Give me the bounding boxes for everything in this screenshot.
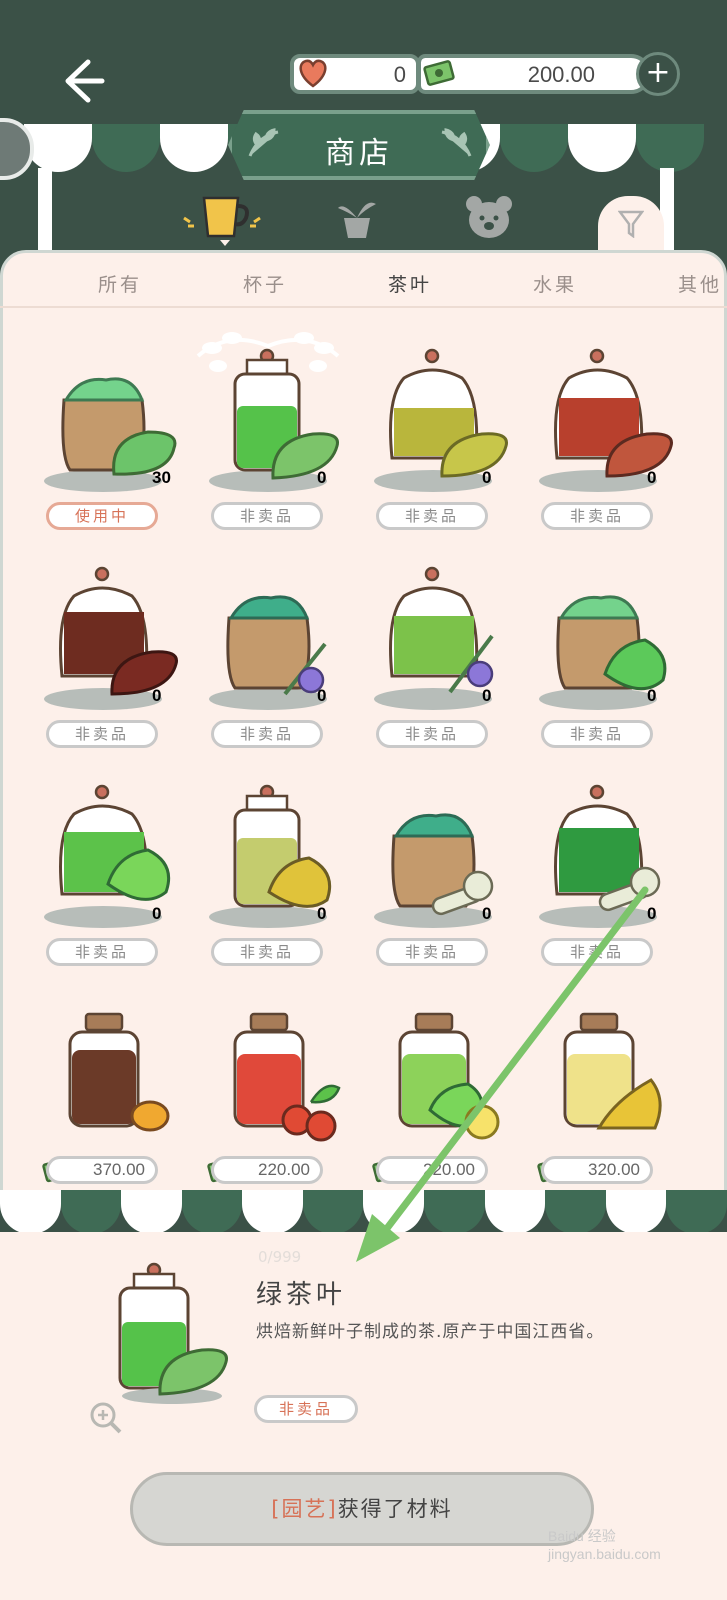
green-tea-jar-icon	[233, 348, 339, 480]
heart-icon	[299, 59, 327, 88]
detail-description: 烘焙新鲜叶子制成的茶.原产于中国江西省。	[256, 1322, 605, 1342]
leaf-ornament-icon	[441, 128, 472, 157]
action-tag: [园艺]	[271, 1497, 338, 1521]
bottom-awning	[0, 1190, 727, 1234]
mint-jar-icon	[59, 784, 171, 901]
leaf-ornament-icon	[248, 128, 279, 157]
item-status: 非卖品	[46, 720, 158, 748]
tea-item-rosemary-bag[interactable]: 0 非卖品	[205, 570, 355, 770]
tea-item-red-jar[interactable]: 0 非卖品	[535, 348, 685, 552]
item-status: 非卖品	[376, 502, 488, 530]
item-count: 0	[482, 686, 492, 705]
acquire-source-button[interactable]: [园艺]获得了材料	[130, 1472, 594, 1546]
awning-pole	[38, 168, 52, 252]
cash-icon	[423, 60, 455, 86]
item-count: 0	[647, 468, 657, 487]
category-tabs: 所有 杯子 茶叶 水果 其他	[0, 252, 727, 310]
tea-item-yellow-mint-jar[interactable]: 0 非卖品	[205, 784, 355, 988]
yellow-mint-jar-icon	[233, 784, 332, 908]
item-status: 非卖品	[541, 720, 653, 748]
tea-item-dark-jar[interactable]: 0 非卖品	[40, 566, 190, 770]
tea-item-forsale-brown[interactable]: 370.00	[40, 1006, 190, 1206]
tab-other[interactable]: 其他	[678, 270, 722, 297]
action-text: 获得了材料	[337, 1497, 453, 1521]
red-tea-jar-icon	[554, 348, 673, 478]
item-count: 0	[317, 468, 327, 487]
item-price: 370.00	[46, 1156, 158, 1184]
item-count: 0	[317, 686, 327, 705]
detail-status: 非卖品	[254, 1395, 358, 1423]
item-status: 使用中	[46, 502, 158, 530]
item-count: 0	[152, 686, 162, 705]
tea-item-forsale-red[interactable]: 220.00	[205, 1006, 355, 1206]
item-status: 非卖品	[376, 938, 488, 966]
item-count: 0	[482, 904, 492, 923]
tea-item-leaf-bag[interactable]: 30 使用中	[40, 352, 190, 552]
yellow-flower-jar-icon	[563, 1012, 662, 1130]
tea-item-green-jar[interactable]: 0 非卖品	[205, 348, 355, 552]
zoom-in-icon[interactable]	[88, 1400, 124, 1436]
tea-item-mint-bag[interactable]: 0 非卖品	[535, 570, 685, 770]
tea-item-forsale-yellow[interactable]: 320.00	[535, 1006, 685, 1206]
tea-item-yellow-jar[interactable]: 0 非卖品	[370, 348, 520, 552]
rosemary-jar-icon	[389, 566, 494, 694]
plant-category-icon[interactable]	[334, 196, 380, 240]
detail-name: 绿茶叶	[256, 1280, 347, 1310]
item-count: 0	[482, 468, 492, 487]
filter-icon	[618, 210, 644, 238]
lemon-mint-jar-icon	[398, 1012, 500, 1140]
item-status: 非卖品	[541, 502, 653, 530]
item-price: 220.00	[376, 1156, 488, 1184]
cup-category-icon[interactable]	[180, 192, 270, 248]
item-count: 0	[647, 686, 657, 705]
item-count: 0	[647, 904, 657, 923]
tab-tea-leaves[interactable]: 茶叶	[388, 270, 432, 297]
currency-bar: 0 200.00 +	[290, 52, 680, 96]
item-status: 非卖品	[211, 502, 323, 530]
lemongrass-jar-icon	[554, 784, 661, 912]
tea-item-lemongrass-bag[interactable]: 0 非卖品	[370, 788, 520, 988]
tea-item-forsale-lemon[interactable]: 220.00	[370, 1006, 520, 1206]
brown-tea-jar-icon	[68, 1012, 170, 1132]
yellow-tea-jar-icon	[389, 348, 508, 478]
item-status: 非卖品	[376, 720, 488, 748]
money-value: 200.00	[527, 62, 595, 87]
red-fruit-jar-icon	[233, 1012, 341, 1142]
dark-tea-jar-icon	[59, 566, 178, 696]
item-count: 0	[152, 904, 162, 923]
item-status: 非卖品	[211, 938, 323, 966]
bear-category-icon[interactable]	[464, 194, 514, 240]
tab-fruit[interactable]: 水果	[533, 270, 577, 297]
tea-item-rosemary-jar[interactable]: 0 非卖品	[370, 566, 520, 770]
detail-count: 0/999	[258, 1248, 302, 1266]
item-status: 非卖品	[211, 720, 323, 748]
selected-item-icon	[118, 1262, 228, 1404]
hearts-value: 0	[393, 62, 406, 87]
item-status: 非卖品	[541, 938, 653, 966]
item-count: 0	[317, 904, 327, 923]
tab-divider	[0, 306, 727, 308]
item-price: 320.00	[541, 1156, 653, 1184]
tea-item-mint-jar[interactable]: 0 非卖品	[40, 784, 190, 988]
tab-cups[interactable]: 杯子	[243, 270, 287, 297]
back-arrow-icon[interactable]	[58, 56, 108, 106]
watermark: Baidu 经验 jingyan.baidu.com	[548, 1528, 661, 1562]
add-money-button[interactable]: +	[636, 52, 680, 96]
tab-all[interactable]: 所有	[98, 270, 142, 297]
tea-item-lemongrass-jar[interactable]: 0 非卖品	[535, 784, 685, 988]
item-status: 非卖品	[46, 938, 158, 966]
item-price: 220.00	[211, 1156, 323, 1184]
item-count: 30	[152, 468, 171, 487]
